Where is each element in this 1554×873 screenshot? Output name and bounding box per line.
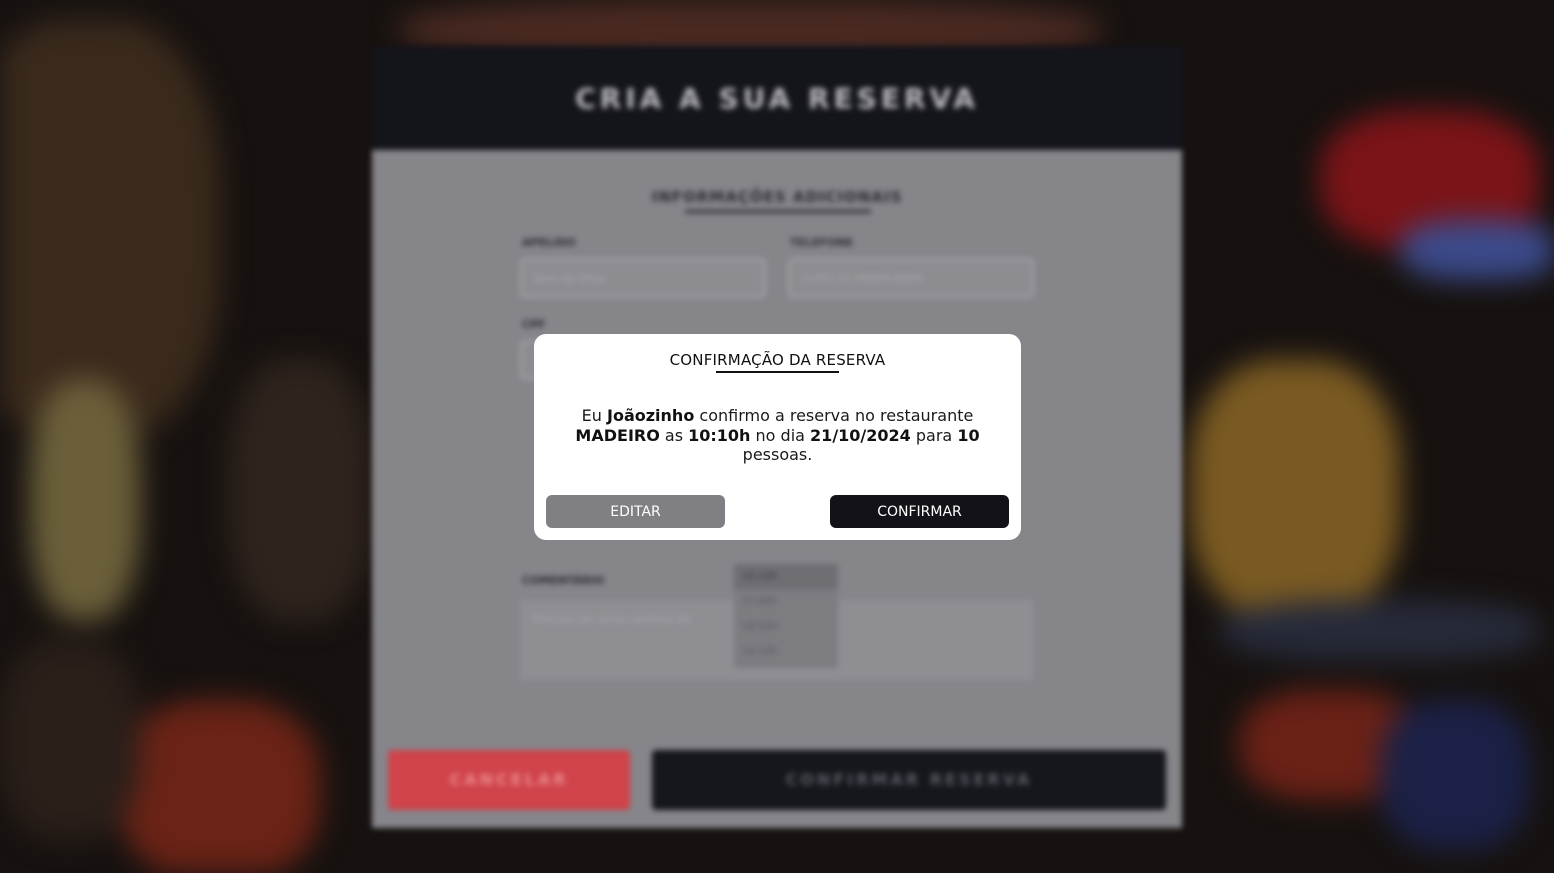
section-underline — [685, 210, 871, 213]
msg-text: as — [659, 425, 689, 445]
edit-button[interactable]: EDITAR — [546, 495, 725, 528]
section-title: INFORMAÇÕES ADICIONAIS — [651, 188, 903, 206]
msg-text: no dia — [750, 425, 811, 445]
apelido-label: APELIDO — [522, 236, 576, 249]
modal-title-underline — [716, 371, 839, 373]
customer-name: Joãozinho — [607, 406, 695, 425]
comentario-label: COMENTÁRIO — [522, 574, 605, 587]
telefone-label: TELEFONE — [790, 236, 854, 249]
panel-header: CRIA A SUA RESERVA — [372, 46, 1182, 150]
time-option[interactable]: 17:40h — [734, 589, 838, 614]
confirm-reservation-button[interactable]: CONFIRMAR RESERVA — [652, 750, 1166, 810]
msg-text: pessoas. — [742, 445, 813, 464]
people-count: 10 — [957, 425, 980, 445]
confirmation-modal: CONFIRMAÇÃO DA RESERVA Eu Joãozinho conf… — [534, 334, 1021, 540]
time-option[interactable]: 19:10h — [734, 639, 838, 664]
reservation-time: 10:10h — [688, 425, 751, 445]
telefone-input[interactable]: (+55) 11 00000-0000 — [788, 258, 1034, 298]
msg-text: para — [910, 425, 958, 445]
cpf-label: CPF — [522, 318, 546, 331]
confirmation-message: Eu Joãozinho confirmo a reserva no resta… — [564, 406, 991, 465]
time-dropdown[interactable]: 10:10h 17:40h 18:20h 19:10h — [734, 564, 838, 668]
restaurant-name: MADEIRO — [575, 425, 660, 445]
apelido-input[interactable]: Sem de Silva — [520, 258, 766, 298]
cancel-button[interactable]: CANCELAR — [388, 750, 630, 810]
panel-title: CRIA A SUA RESERVA — [575, 82, 979, 115]
time-option[interactable]: 10:10h — [734, 564, 838, 589]
time-option[interactable]: 18:20h — [734, 614, 838, 639]
msg-text: Eu — [581, 406, 607, 425]
modal-title: CONFIRMAÇÃO DA RESERVA — [669, 351, 886, 369]
confirm-button[interactable]: CONFIRMAR — [830, 495, 1009, 528]
msg-text: confirmo a reserva no restaurante — [694, 406, 974, 425]
reservation-date: 21/10/2024 — [810, 425, 911, 445]
